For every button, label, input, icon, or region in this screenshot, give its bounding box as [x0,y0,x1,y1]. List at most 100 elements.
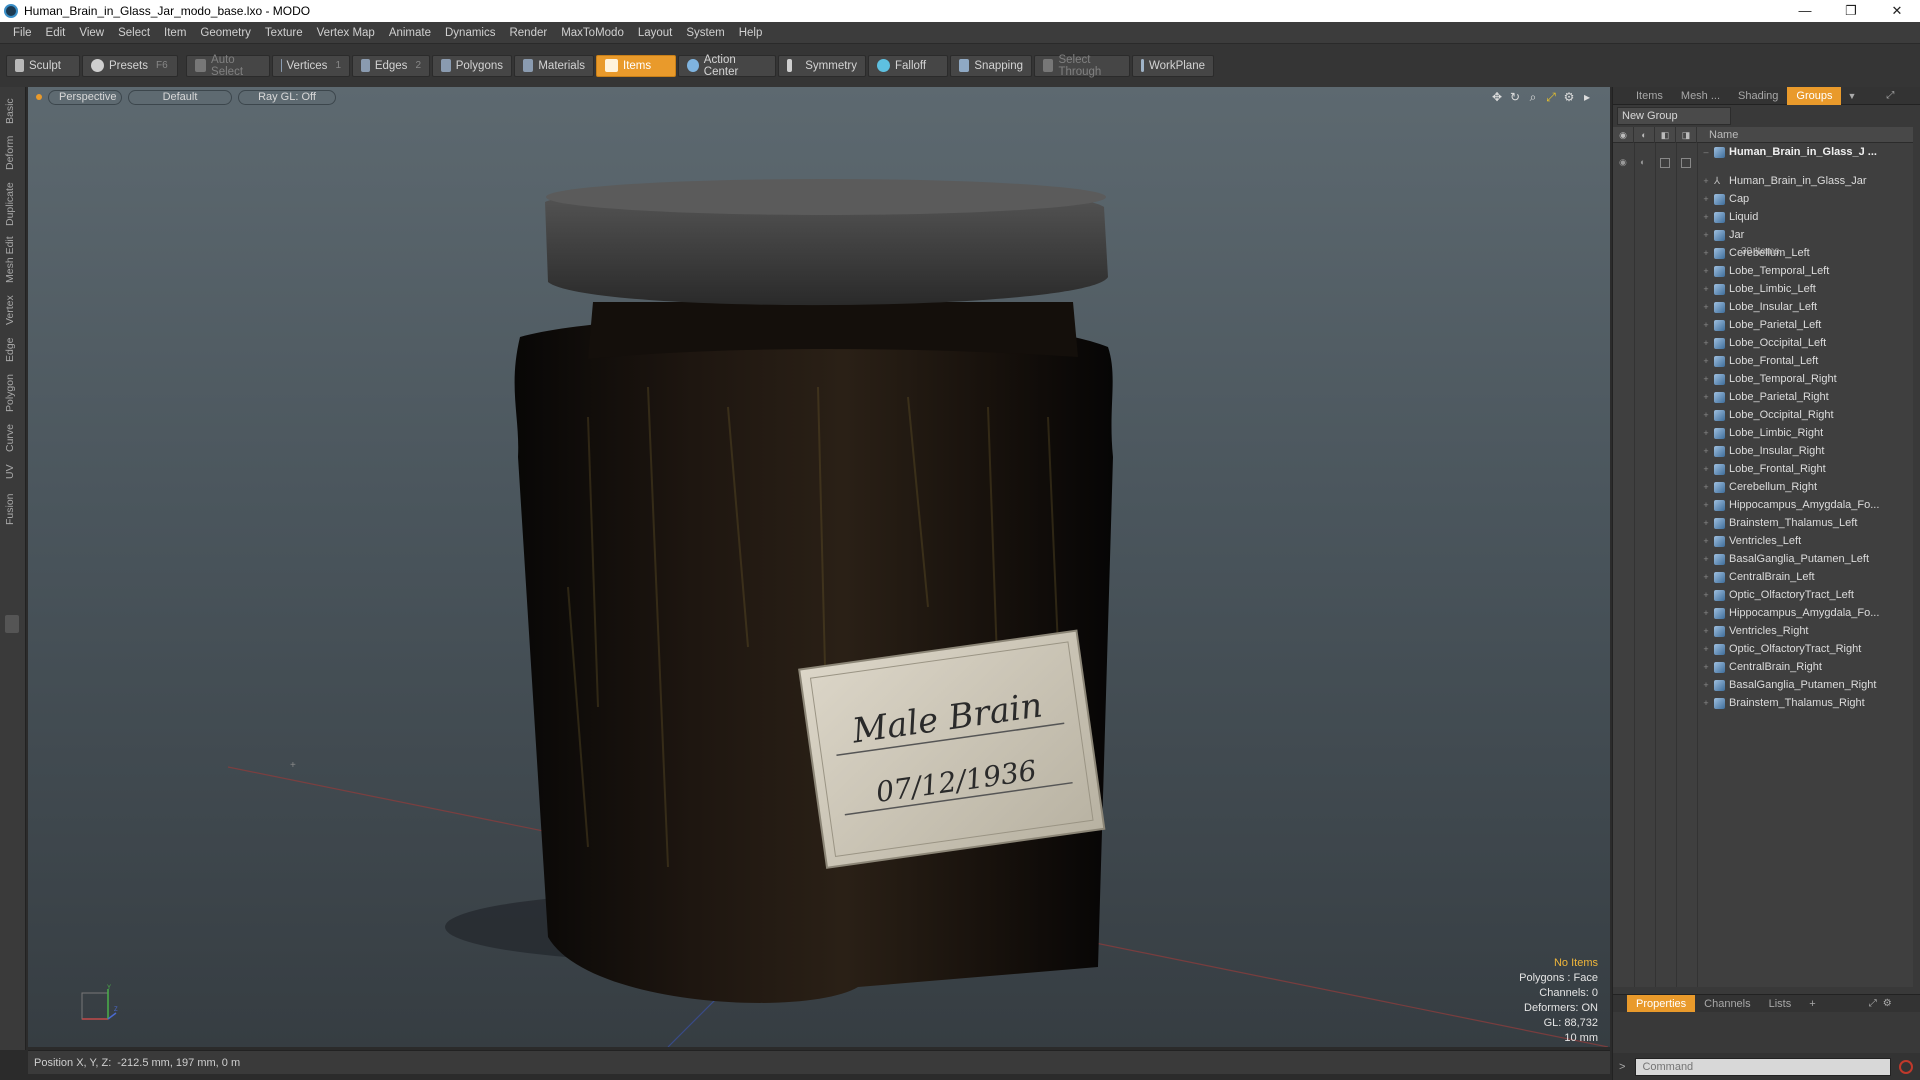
menu-animate[interactable]: Animate [382,27,438,39]
menu-help[interactable]: Help [732,27,770,39]
workplane-button[interactable]: WorkPlane [1132,54,1214,77]
tree-item[interactable]: + Lobe_Parietal_Left [1701,316,1906,334]
menu-item[interactable]: Item [157,27,193,39]
expand-toggle-icon[interactable]: + [1701,284,1711,294]
maximize-button[interactable]: ❐ [1828,0,1874,22]
tab-edge[interactable]: Edge [4,335,22,365]
tree-item[interactable]: + Jar [1701,226,1906,244]
tab-duplicate[interactable]: Duplicate [4,179,22,229]
expand-toggle-icon[interactable]: + [1701,464,1711,474]
tab-uv[interactable]: UV [4,461,22,483]
menu-dynamics[interactable]: Dynamics [438,27,502,39]
falloff-button[interactable]: Falloff [868,54,948,77]
polygons-button[interactable]: Polygons [432,54,512,77]
expand-toggle-icon[interactable]: + [1701,302,1711,312]
expand-toggle-icon[interactable]: + [1701,374,1711,384]
tree-item[interactable]: + Lobe_Frontal_Right [1701,460,1906,478]
root-select-checkbox[interactable] [1681,158,1691,168]
pan-icon[interactable]: ✥ [1488,90,1506,104]
tree-item[interactable]: + Hippocampus_Amygdala_Fo... [1701,604,1906,622]
tree-item[interactable]: + BasalGanglia_Putamen_Right [1701,676,1906,694]
expand-toggle-icon[interactable]: + [1701,626,1711,636]
expand-toggle-icon[interactable]: + [1701,572,1711,582]
tree-item[interactable]: + CentralBrain_Left [1701,568,1906,586]
select-through-button[interactable]: Select Through [1034,54,1130,78]
presets-button[interactable]: Presets F6 [82,54,178,77]
expand-toggle-icon[interactable]: + [1701,320,1711,330]
visibility-column-eye-icon[interactable]: ◉ [1613,127,1634,143]
action-center-button[interactable]: Action Center [678,54,776,78]
menu-system[interactable]: System [679,27,731,39]
tab-items[interactable]: Items [1627,87,1672,105]
tab-basic[interactable]: Basic [4,93,22,129]
expand-toggle-icon[interactable]: + [1701,590,1711,600]
tab-vertex[interactable]: Vertex [4,291,22,329]
expand-toggle-icon[interactable]: + [1701,500,1711,510]
menu-geometry[interactable]: Geometry [193,27,258,39]
snapping-button[interactable]: Snapping [950,54,1032,77]
expand-toggle-icon[interactable]: + [1701,698,1711,708]
lock-column-icon[interactable]: ◧ [1655,127,1676,143]
expand-toggle-icon[interactable]: + [1701,338,1711,348]
auto-select-button[interactable]: Auto Select [186,54,270,78]
expand-toggle-icon[interactable]: + [1701,680,1711,690]
menu-layout[interactable]: Layout [631,27,680,39]
expand-toggle-icon[interactable]: + [1701,392,1711,402]
props-menu-icon[interactable] [1613,995,1627,1013]
tree-item[interactable]: + Optic_OlfactoryTract_Right [1701,640,1906,658]
expand-toggle-icon[interactable]: + [1701,428,1711,438]
tab-channels[interactable]: Channels [1695,995,1759,1013]
tree-item[interactable]: + Cerebellum_Left [1701,244,1906,262]
tree-item[interactable]: + CentralBrain_Right [1701,658,1906,676]
rotate-icon[interactable]: ↻ [1506,90,1524,104]
tab-lists[interactable]: Lists [1760,995,1801,1013]
vertices-button[interactable]: Vertices 1 [272,54,350,77]
tree-item[interactable]: + Ventricles_Right [1701,622,1906,640]
expand-toggle-icon[interactable]: + [1701,446,1711,456]
materials-button[interactable]: Materials [514,54,594,77]
tree-item[interactable]: + Lobe_Parietal_Right [1701,388,1906,406]
menu-edit[interactable]: Edit [39,27,73,39]
root-visibility-eye-icon[interactable]: ◉ [1619,157,1627,168]
fit-icon[interactable]: ⤢ [1542,90,1560,104]
settings-gear-icon[interactable]: ⚙ [1560,90,1578,104]
tree-item[interactable]: + Hippocampus_Amygdala_Fo... [1701,496,1906,514]
expand-toggle-icon[interactable]: + [1701,482,1711,492]
select-column-icon[interactable]: ◨ [1676,127,1697,143]
expand-toggle-icon[interactable]: + [1701,410,1711,420]
expand-toggle-icon[interactable]: + [1701,608,1711,618]
props-expand-icon[interactable]: ⤢ [1869,998,1877,1009]
menu-render[interactable]: Render [502,27,554,39]
tree-item[interactable]: + Lobe_Temporal_Left [1701,262,1906,280]
tree-item[interactable]: + ⅄ Human_Brain_in_Glass_Jar [1701,172,1906,190]
tree-item[interactable]: + Lobe_Limbic_Left [1701,280,1906,298]
view-mode-dropdown[interactable]: Perspective [48,89,122,105]
sculpt-button[interactable]: Sculpt [6,54,80,77]
tree-item[interactable]: + Lobe_Insular_Right [1701,442,1906,460]
name-column-header[interactable]: Name [1697,127,1738,142]
tab-deform[interactable]: Deform [4,133,22,173]
tab-shading[interactable]: Shading [1729,87,1787,105]
tree-item[interactable]: + Lobe_Temporal_Right [1701,370,1906,388]
tree-item[interactable]: + Brainstem_Thalamus_Left [1701,514,1906,532]
tab-polygon[interactable]: Polygon [4,371,22,415]
edges-button[interactable]: Edges 2 [352,54,430,77]
minimize-button[interactable]: — [1782,0,1828,22]
tab-fusion[interactable]: Fusion [4,489,22,529]
tab-mesh[interactable]: Mesh ... [1672,87,1729,105]
zoom-icon[interactable]: ⌕ [1524,90,1542,104]
expand-toggle-icon[interactable]: + [1701,230,1711,240]
new-group-button[interactable]: New Group [1617,107,1731,125]
tree-item[interactable]: + Lobe_Insular_Left [1701,298,1906,316]
expand-toggle-icon[interactable]: + [1701,176,1711,186]
menu-file[interactable]: File [6,27,39,39]
tree-item[interactable]: + Cerebellum_Right [1701,478,1906,496]
tree-item[interactable]: + Lobe_Frontal_Left [1701,352,1906,370]
tree-item[interactable]: + BasalGanglia_Putamen_Left [1701,550,1906,568]
tree-root-group[interactable]: – Human_Brain_in_Glass_J ... [1701,143,1906,161]
shading-dropdown[interactable]: Default [128,89,232,105]
expand-toggle-icon[interactable]: + [1701,554,1711,564]
tree-item[interactable]: + Lobe_Occipital_Right [1701,406,1906,424]
tree-item[interactable]: + Brainstem_Thalamus_Right [1701,694,1906,712]
collapse-toggle-icon[interactable]: – [1701,147,1711,157]
